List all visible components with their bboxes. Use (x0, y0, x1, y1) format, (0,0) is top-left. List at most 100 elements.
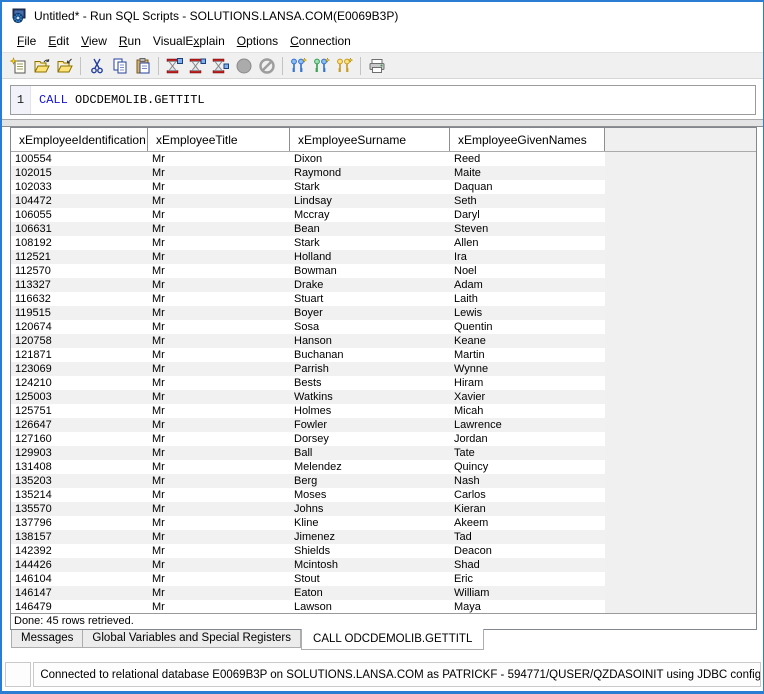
table-cell: 138157 (15, 531, 52, 543)
column-header[interactable]: xEmployeeIdentification (11, 128, 148, 151)
table-cell: 124210 (15, 377, 52, 389)
run-from-selected-icon (212, 58, 229, 73)
table-row[interactable]: 113327 Mr Drake Adam (11, 278, 605, 292)
table-cell: Eaton (294, 587, 323, 599)
column-header[interactable]: xEmployeeTitle (148, 128, 290, 151)
table-row[interactable]: 112570 Mr Bowman Noel (11, 264, 605, 278)
table-cell: Daquan (454, 181, 493, 193)
table-row[interactable]: 127160 Mr Dorsey Jordan (11, 432, 605, 446)
table-row[interactable]: 135570 Mr Johns Kieran (11, 502, 605, 516)
run-selected-button[interactable] (186, 55, 209, 77)
paste-button[interactable] (131, 55, 154, 77)
tab-global-variables-and-special-registers[interactable]: Global Variables and Special Registers (83, 630, 302, 648)
table-row[interactable]: 121871 Mr Buchanan Martin (11, 348, 605, 362)
open-script-button[interactable] (30, 55, 53, 77)
sql-keys-button-3[interactable] (333, 55, 356, 77)
table-cell: Mr (152, 447, 165, 459)
tab-messages[interactable]: Messages (11, 630, 84, 648)
menu-edit[interactable]: Edit (42, 32, 75, 50)
table-row[interactable]: 102033 Mr Stark Daquan (11, 180, 605, 194)
table-row[interactable]: 146104 Mr Stout Eric (11, 572, 605, 586)
table-row[interactable]: 102015 Mr Raymond Maite (11, 166, 605, 180)
table-cell: Mr (152, 573, 165, 585)
table-cell: Carlos (454, 489, 486, 501)
pane-splitter[interactable] (2, 119, 763, 127)
table-row[interactable]: 119515 Mr Boyer Lewis (11, 306, 605, 320)
menu-file[interactable]: File (11, 32, 42, 50)
table-cell: Melendez (294, 461, 342, 473)
table-row[interactable]: 142392 Mr Shields Deacon (11, 544, 605, 558)
window-title: Untitled* - Run SQL Scripts - SOLUTIONS.… (34, 9, 399, 23)
print-button[interactable] (365, 55, 388, 77)
cut-button[interactable] (85, 55, 108, 77)
table-cell: Nash (454, 475, 480, 487)
table-row[interactable]: 129903 Mr Ball Tate (11, 446, 605, 460)
table-row[interactable]: 125751 Mr Holmes Micah (11, 404, 605, 418)
menu-options[interactable]: Options (231, 32, 284, 50)
table-cell: Mr (152, 545, 165, 557)
table-cell: Mr (152, 405, 165, 417)
sql-keyword: CALL (39, 93, 68, 107)
menu-connection[interactable]: Connection (284, 32, 357, 50)
table-cell: Maite (454, 167, 481, 179)
sql-keys-button-2[interactable] (310, 55, 333, 77)
table-row[interactable]: 123069 Mr Parrish Wynne (11, 362, 605, 376)
menu-view[interactable]: View (75, 32, 113, 50)
save-script-button[interactable] (53, 55, 76, 77)
new-script-button[interactable] (7, 55, 30, 77)
run-all-button[interactable] (163, 55, 186, 77)
table-row[interactable]: 100554 Mr Dixon Reed (11, 152, 605, 166)
table-cell: Moses (294, 489, 327, 501)
table-row[interactable]: 106631 Mr Bean Steven (11, 222, 605, 236)
table-cell: Eric (454, 573, 473, 585)
sql-editor[interactable]: 1 CALL ODCDEMOLIB.GETTITL (10, 85, 756, 115)
table-row[interactable]: 116632 Mr Stuart Laith (11, 292, 605, 306)
table-cell: Mr (152, 587, 165, 599)
table-row[interactable]: 112521 Mr Holland Ira (11, 250, 605, 264)
table-row[interactable]: 125003 Mr Watkins Xavier (11, 390, 605, 404)
table-cell: Tad (454, 531, 472, 543)
menu-run[interactable]: Run (113, 32, 147, 50)
table-cell: Seth (454, 195, 477, 207)
table-row[interactable]: 135203 Mr Berg Nash (11, 474, 605, 488)
table-row[interactable]: 120758 Mr Hanson Keane (11, 334, 605, 348)
table-row[interactable]: 104472 Mr Lindsay Seth (11, 194, 605, 208)
run-from-selected-button[interactable] (209, 55, 232, 77)
tab-call-odcdemolib-gettitl[interactable]: CALL ODCDEMOLIB.GETTITL (301, 629, 485, 650)
copy-button[interactable] (108, 55, 131, 77)
table-cell: 135203 (15, 475, 52, 487)
table-row[interactable]: 126647 Mr Fowler Lawrence (11, 418, 605, 432)
sql-statement[interactable]: CALL ODCDEMOLIB.GETTITL (31, 86, 205, 114)
table-row[interactable]: 108192 Mr Stark Allen (11, 236, 605, 250)
column-header[interactable]: xEmployeeGivenNames (450, 128, 605, 151)
column-header[interactable]: xEmployeeSurname (290, 128, 450, 151)
paste-icon (136, 57, 149, 73)
table-cell: Noel (454, 265, 477, 277)
table-cell: Deacon (454, 545, 492, 557)
table-row[interactable]: 144426 Mr Mcintosh Shad (11, 558, 605, 572)
sql-keys-button-1[interactable] (287, 55, 310, 77)
table-cell: 126647 (15, 419, 52, 431)
table-row[interactable]: 137796 Mr Kline Akeem (11, 516, 605, 530)
table-cell: Mcintosh (294, 559, 339, 571)
menu-visualexplain[interactable]: VisualExplain (147, 32, 231, 50)
table-cell: Jimenez (294, 531, 335, 543)
results-body[interactable]: 100554 Mr Dixon Reed 102015 Mr Raymond Maite 102… (11, 152, 756, 613)
table-row[interactable]: 146479 Mr Lawson Maya (11, 600, 605, 613)
table-cell: 144426 (15, 559, 52, 571)
table-cell: 146479 (15, 601, 52, 613)
toolbar-separator (158, 56, 159, 75)
open-folder-icon (34, 58, 50, 72)
table-row[interactable]: 106055 Mr Mccray Daryl (11, 208, 605, 222)
table-row[interactable]: 124210 Mr Bests Hiram (11, 376, 605, 390)
table-row[interactable]: 138157 Mr Jimenez Tad (11, 530, 605, 544)
table-row[interactable]: 120674 Mr Sosa Quentin (11, 320, 605, 334)
table-cell: Mr (152, 461, 165, 473)
table-cell: Mr (152, 559, 165, 571)
table-row[interactable]: 135214 Mr Moses Carlos (11, 488, 605, 502)
run-sql-scripts-window: Untitled* - Run SQL Scripts - SOLUTIONS.… (0, 0, 764, 694)
table-row[interactable]: 146147 Mr Eaton William (11, 586, 605, 600)
cancel-button[interactable] (255, 55, 278, 77)
stop-button[interactable] (232, 55, 255, 77)
table-row[interactable]: 131408 Mr Melendez Quincy (11, 460, 605, 474)
